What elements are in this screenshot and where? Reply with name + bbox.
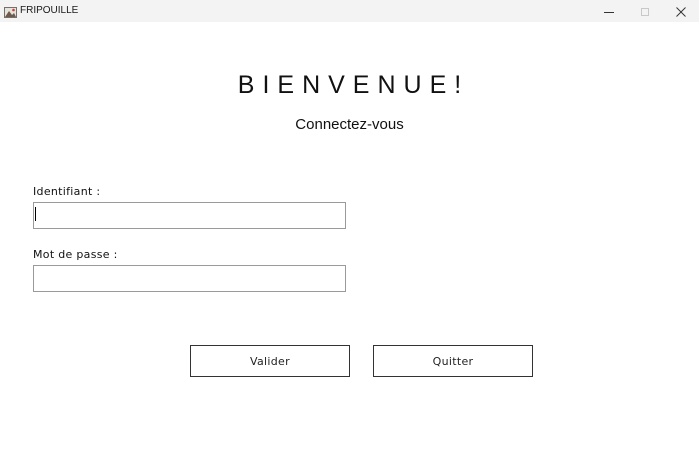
close-icon [676,2,686,21]
username-label: Identifiant : [33,185,101,198]
password-label: Mot de passe : [33,248,118,261]
username-input[interactable] [33,202,346,229]
welcome-heading: BIENVENUE! [237,71,470,99]
maximize-button[interactable] [627,0,663,22]
title-bar[interactable]: FRIPOUILLE [0,0,699,22]
maximize-icon [640,2,650,21]
text-caret [35,207,36,221]
minimize-icon [604,2,614,21]
window-title: FRIPOUILLE [20,5,79,16]
login-window: FRIPOUILLE BIENVENUE! Connectez-vous Ide… [0,0,699,466]
minimize-button[interactable] [591,0,627,22]
close-button[interactable] [663,0,699,22]
quit-button[interactable]: Quitter [373,345,533,377]
login-subheading: Connectez-vous [295,116,404,133]
app-icon [4,4,17,18]
password-input[interactable] [33,265,346,292]
validate-button[interactable]: Valider [190,345,350,377]
